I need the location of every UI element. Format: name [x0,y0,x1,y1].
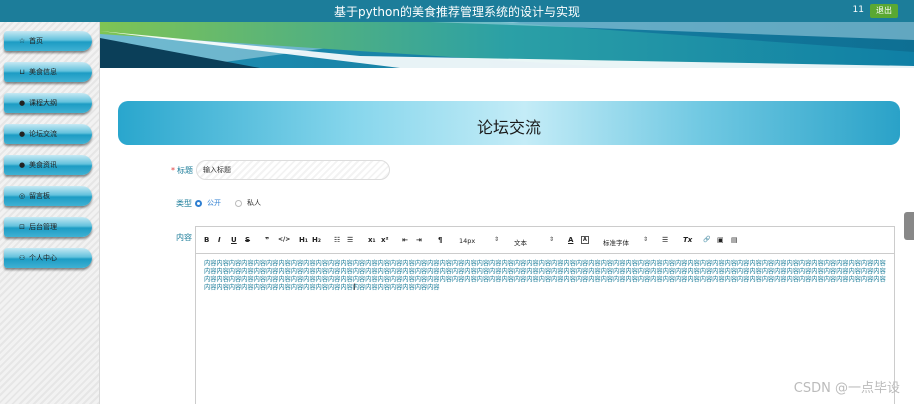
underline-button[interactable]: U [231,236,237,244]
sidebar-item-food-info[interactable]: ⊔ 美食信息 [4,62,92,82]
code-button[interactable]: </> [278,236,290,243]
font-family-select[interactable]: 标准字体 [603,237,629,247]
ordered-list-button[interactable]: ☷ [334,236,340,244]
star-icon: ☆ [18,37,26,45]
sidebar-item-label: 课程大纲 [29,99,57,107]
lock-icon: ⊡ [19,223,25,231]
text-cursor-icon: I [353,283,356,293]
sidebar: ☆ 首页 ⊔ 美食信息 ● 课程大纲 ● 论坛交流 ● 美食资讯 ◎ 留言板 ⊡… [0,22,100,404]
background-color-button[interactable]: A [581,236,589,244]
sidebar-item-label: 美食资讯 [29,161,57,169]
user-name: 11 [852,5,864,15]
sidebar-item-label: 后台管理 [29,223,57,231]
user-icon: ⚇ [18,254,26,262]
content-label: 内容 [176,233,192,242]
type-label: 类型 [176,199,192,208]
type-radio-private[interactable]: 私人 [235,198,261,208]
page-title: 论坛交流 [476,118,541,137]
watermark: CSDN @一点毕设 [793,381,900,396]
info-icon: ● [18,130,26,138]
font-color-button[interactable]: A [568,236,573,244]
heading1-button[interactable]: H₁ [299,236,308,244]
superscript-button[interactable]: x² [381,236,389,244]
text-direction-button[interactable]: ¶ [438,236,442,244]
settings-icon: ◎ [18,192,26,200]
sidebar-item-label: 首页 [29,37,43,45]
font-size-select[interactable]: 14px [459,237,475,245]
bag-icon: ⊔ [19,68,25,76]
info-icon: ● [18,99,26,107]
sidebar-item-label: 论坛交流 [29,130,57,138]
radio-unchecked-icon [235,199,242,207]
video-icon[interactable]: ▤ [731,236,738,244]
forum-header: 论坛交流 [118,101,900,145]
heading2-button[interactable]: H₂ [312,236,321,244]
radio-checked-icon [195,199,202,207]
title-label: * 标题 [171,166,193,175]
editor-toolbar: B I U S ❞ </> H₁ H₂ ☷ ☰ x₁ x² ⇤ ⇥ ¶ 14px… [196,227,894,254]
side-drawer-handle[interactable] [904,212,914,240]
bullet-list-button[interactable]: ☰ [347,236,353,244]
subscript-button[interactable]: x₁ [368,236,376,244]
sidebar-item-message-board[interactable]: ◎ 留言板 [4,186,92,206]
image-icon[interactable]: ▣ [717,236,724,244]
chevron-updown-icon: ⇕ [549,236,555,243]
sidebar-item-label: 美食信息 [29,68,57,76]
align-button[interactable]: ☰ [662,236,668,244]
type-radio-public[interactable]: 公开 [195,198,221,208]
italic-button[interactable]: I [218,236,221,244]
logout-button[interactable]: 退出 [870,4,898,18]
text-type-select[interactable]: 文本 [514,237,527,247]
chevron-updown-icon: ⇕ [643,236,649,243]
chevron-updown-icon: ⇕ [494,236,500,243]
app-title: 基于python的美食推荐管理系统的设计与实现 [334,5,580,19]
editor-content[interactable]: 内容内容内容内容内容内容内容内容内容内容内容内容内容内容内容内容内容内容内容内容… [204,260,888,292]
outdent-button[interactable]: ⇤ [402,236,408,244]
sidebar-item-home[interactable]: ☆ 首页 [4,31,92,51]
strike-button[interactable]: S [245,236,250,244]
indent-button[interactable]: ⇥ [416,236,422,244]
sidebar-item-admin[interactable]: ⊡ 后台管理 [4,217,92,237]
clear-format-button[interactable]: Tx [683,236,692,244]
quote-button[interactable]: ❞ [265,236,269,244]
bold-button[interactable]: B [204,236,209,244]
sidebar-item-label: 留言板 [29,192,50,200]
top-bar: 基于python的美食推荐管理系统的设计与实现 11 退出 [0,0,914,22]
sidebar-item-profile[interactable]: ⚇ 个人中心 [4,248,92,268]
link-icon[interactable]: 🔗 [703,236,710,243]
title-input[interactable]: 输入标题 [196,160,390,180]
info-icon: ● [18,161,26,169]
sidebar-item-forum[interactable]: ● 论坛交流 [4,124,92,144]
rich-text-editor: B I U S ❞ </> H₁ H₂ ☷ ☰ x₁ x² ⇤ ⇥ ¶ 14px… [195,226,895,404]
sidebar-item-label: 个人中心 [29,254,57,262]
sidebar-item-food-news[interactable]: ● 美食资讯 [4,155,92,175]
sidebar-item-course-outline[interactable]: ● 课程大纲 [4,93,92,113]
header-banner [100,22,914,68]
